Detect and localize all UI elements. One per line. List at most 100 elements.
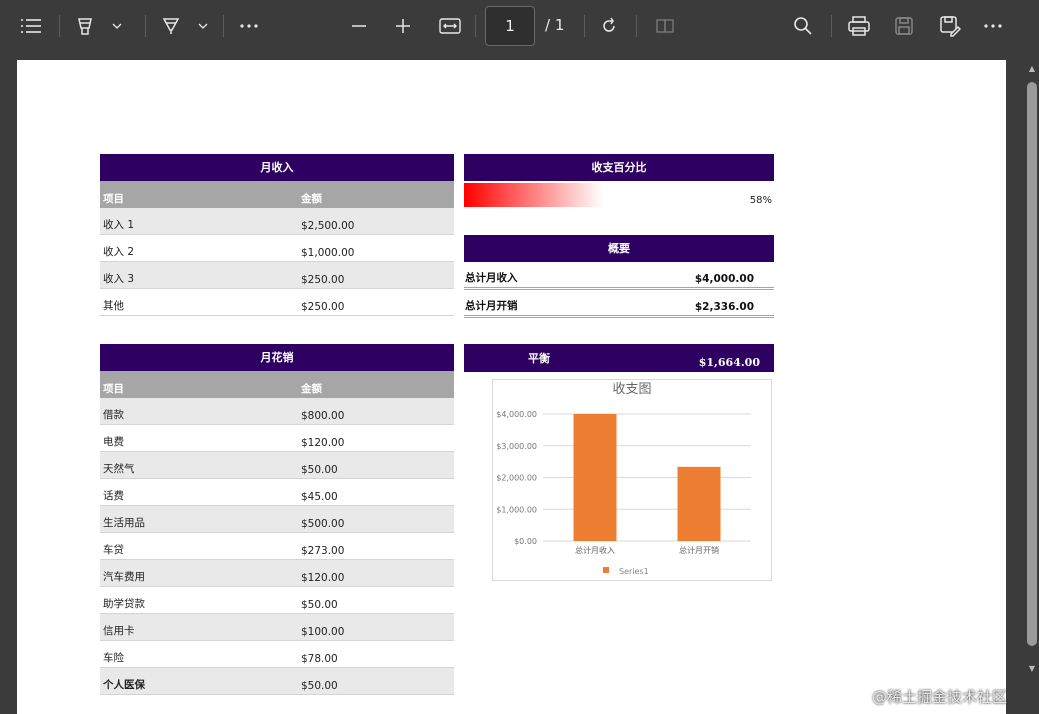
row-item: 电费	[103, 436, 124, 448]
summary-expense-value: $2,336.00	[694, 301, 754, 313]
income-column-header: 项目 金额	[100, 181, 454, 208]
print-icon[interactable]	[845, 10, 873, 42]
save-icon[interactable]	[891, 10, 917, 42]
more-options-icon[interactable]	[980, 10, 1006, 42]
draw-dropdown-chevron-icon[interactable]	[194, 10, 212, 42]
row-amount: $120.00	[301, 572, 345, 584]
row-item: 话费	[103, 490, 124, 502]
page-number-input[interactable]: 1	[485, 6, 535, 46]
row-amount: $50.00	[301, 680, 338, 692]
row-amount: $120.00	[301, 437, 345, 449]
row-amount: $250.00	[301, 301, 345, 313]
row-amount: $1,000.00	[301, 247, 355, 259]
fit-width-icon[interactable]	[436, 10, 464, 42]
balance-value: $1,664.00	[698, 356, 760, 369]
row-item: 助学贷款	[103, 598, 145, 610]
income-table: 月收入 项目 金额 收入 1 $2,500.00 收入 2 $1,000.00 收入 3…	[100, 154, 454, 316]
more-tools-icon[interactable]	[236, 10, 262, 42]
table-of-contents-icon[interactable]	[16, 10, 46, 42]
row-item: 其他	[103, 300, 124, 312]
table-row: 收入 3 $250.00	[100, 262, 454, 289]
table-row: 话费 $45.00	[100, 479, 454, 506]
vertical-scrollbar[interactable]	[1027, 82, 1037, 646]
chart-svg: 收支图 $0.00 $1,000.00 $2,000.00 $3,000.00 $4,00…	[496, 382, 751, 576]
income-title: 月收入	[100, 154, 454, 181]
row-amount: $273.00	[301, 545, 345, 557]
income-expense-chart: 收支图 $0.00 $1,000.00 $2,000.00 $3,000.00 $4,00…	[492, 379, 772, 581]
row-amount: $50.00	[301, 599, 338, 611]
summary-title: 概要	[464, 235, 774, 262]
expenses-column-header: 项目 金额	[100, 371, 454, 398]
scroll-up-arrow-icon[interactable]: ▲	[1029, 64, 1035, 73]
toolbar-divider	[831, 15, 832, 37]
y-tick-label: $3,000.00	[496, 442, 537, 451]
table-row: 个人医保 $50.00	[100, 668, 454, 695]
legend-swatch	[603, 567, 609, 573]
expenses-table: 月花销 项目 金额 借款 $800.00 电费 $120.00 天然气 $50.00 话费 $…	[100, 344, 454, 695]
balance-header: 平衡 $1,664.00	[464, 344, 774, 372]
legend-label: Series1	[619, 567, 649, 576]
y-tick-label: $2,000.00	[496, 474, 537, 483]
percent-label: 58%	[749, 195, 772, 206]
percent-title: 收支百分比	[464, 154, 774, 181]
table-row: 其他 $250.00	[100, 289, 454, 316]
y-tick-label: $1,000.00	[496, 505, 537, 514]
y-tick-label: $0.00	[514, 537, 537, 546]
row-amount: $45.00	[301, 491, 338, 503]
toolbar-divider	[145, 15, 146, 37]
row-item: 收入 2	[103, 246, 135, 258]
rotate-icon[interactable]	[596, 10, 622, 42]
table-row: 收入 2 $1,000.00	[100, 235, 454, 262]
row-amount: $2,500.00	[301, 220, 355, 232]
table-row: 天然气 $50.00	[100, 452, 454, 479]
chart-bar	[573, 414, 617, 541]
column-item-label: 项目	[103, 193, 124, 205]
column-item-label: 项目	[103, 383, 124, 395]
row-item: 借款	[103, 409, 124, 421]
page-total-label: / 1	[545, 16, 565, 34]
toolbar-divider	[223, 15, 224, 37]
zoom-out-icon[interactable]	[346, 10, 372, 42]
table-row: 借款 $800.00	[100, 398, 454, 425]
percent-bar-fill	[464, 183, 604, 207]
row-amount: $100.00	[301, 626, 345, 638]
zoom-in-icon[interactable]	[390, 10, 416, 42]
chart-bar	[677, 466, 721, 541]
row-item: 车险	[103, 652, 124, 664]
row-item: 汽车费用	[103, 571, 145, 583]
toolbar-divider	[59, 15, 60, 37]
row-amount: $50.00	[301, 464, 338, 476]
row-amount: $500.00	[301, 518, 345, 530]
highlight-icon[interactable]	[72, 10, 98, 42]
toolbar-divider	[636, 15, 637, 37]
summary-income-label: 总计月收入	[465, 272, 518, 284]
row-amount: $250.00	[301, 274, 345, 286]
search-icon[interactable]	[790, 10, 816, 42]
y-tick-label: $4,000.00	[496, 410, 537, 419]
column-amount-label: 金额	[301, 193, 322, 205]
summary-income-row: 总计月收入 $4,000.00	[464, 264, 774, 290]
document-viewer: ▲ ▼ 月收入 项目 金额 收入 1 $2,500.00 收入 2 $1,000.00…	[0, 52, 1039, 714]
x-category-label: 总计月开销	[679, 545, 719, 555]
table-row: 收入 1 $2,500.00	[100, 208, 454, 235]
toolbar-divider	[584, 15, 585, 37]
table-row: 车险 $78.00	[100, 641, 454, 668]
pdf-page: 月收入 项目 金额 收入 1 $2,500.00 收入 2 $1,000.00 收入 3…	[17, 60, 1006, 714]
two-page-view-icon[interactable]	[652, 10, 678, 42]
row-item: 收入 1	[103, 219, 135, 231]
row-item: 天然气	[103, 463, 135, 475]
x-category-label: 总计月收入	[575, 545, 615, 555]
table-row: 车贷 $273.00	[100, 533, 454, 560]
highlight-dropdown-chevron-icon[interactable]	[108, 10, 126, 42]
summary-expense-label: 总计月开销	[465, 300, 518, 312]
column-amount-label: 金额	[301, 383, 322, 395]
table-row: 助学贷款 $50.00	[100, 587, 454, 614]
expenses-title: 月花销	[100, 344, 454, 371]
save-as-icon[interactable]	[936, 10, 964, 42]
row-item: 个人医保	[103, 679, 145, 691]
draw-pen-icon[interactable]	[158, 10, 184, 42]
scroll-down-arrow-icon[interactable]: ▼	[1029, 664, 1035, 673]
table-row: 生活用品 $500.00	[100, 506, 454, 533]
row-item: 信用卡	[103, 625, 135, 637]
toolbar-divider	[475, 15, 476, 37]
